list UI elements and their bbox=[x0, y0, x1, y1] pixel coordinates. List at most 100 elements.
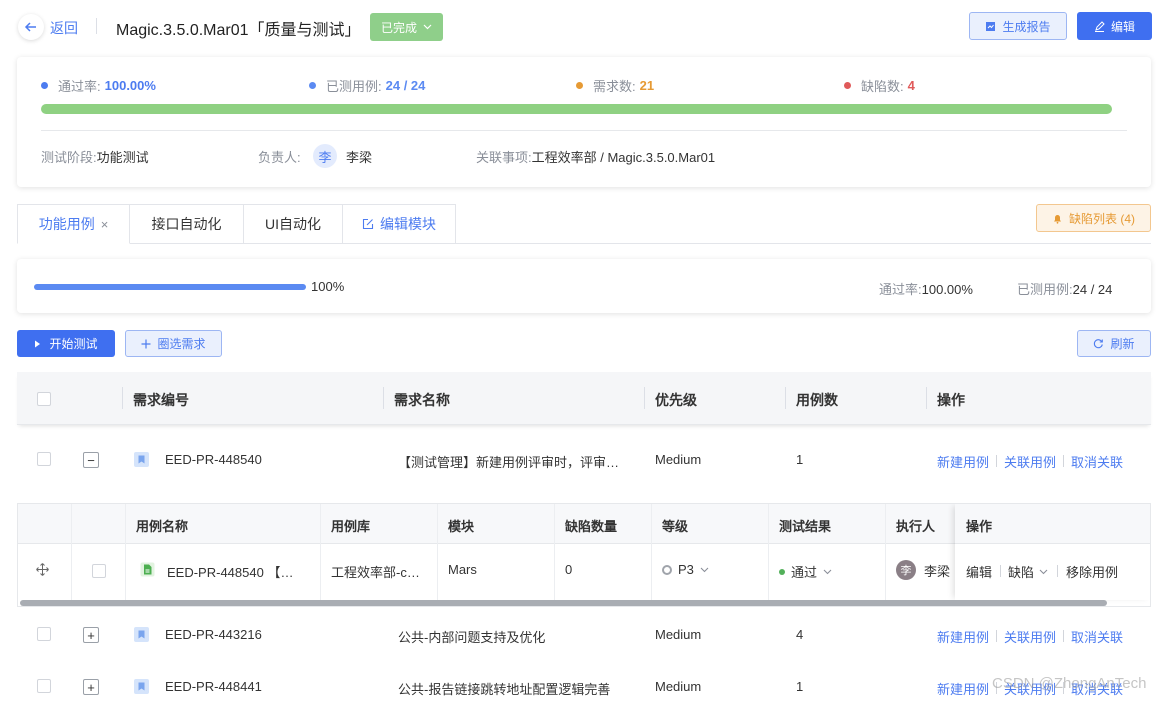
column-separator bbox=[71, 504, 72, 600]
header-case-count[interactable]: 用例数 bbox=[796, 390, 838, 410]
case-defect-count[interactable]: 0 bbox=[565, 562, 572, 577]
defect-list-button[interactable]: 缺陷列表 (4) bbox=[1036, 204, 1151, 232]
subheader-level[interactable]: 等级 bbox=[662, 516, 688, 535]
stage-info: 测试阶段:功能测试 bbox=[41, 147, 149, 166]
subheader-executor[interactable]: 执行人 bbox=[896, 516, 935, 535]
requirements-label: 需求数: bbox=[593, 79, 636, 94]
case-file-icon bbox=[140, 562, 155, 580]
progress-pass-rate-label: 通过率: bbox=[879, 282, 922, 297]
new-case-link[interactable]: 新建用例 bbox=[937, 627, 989, 646]
executor-avatar: 李 bbox=[896, 560, 916, 580]
refresh-icon bbox=[1094, 339, 1104, 349]
expand-toggle[interactable]: + bbox=[83, 679, 99, 695]
case-name-link[interactable]: EED-PR-448540 【… bbox=[167, 562, 293, 581]
tab-bar: 功能用例 × 接口自动化 UI自动化 编辑模块 bbox=[17, 204, 456, 244]
status-dropdown[interactable]: 已完成 bbox=[370, 13, 443, 41]
req-id[interactable]: EED-PR-448540 bbox=[165, 452, 262, 467]
tab-label: UI自动化 bbox=[265, 216, 321, 232]
column-separator bbox=[644, 387, 645, 409]
generate-report-button[interactable]: 生成报告 bbox=[969, 12, 1067, 40]
row-checkbox[interactable] bbox=[37, 452, 51, 466]
tab-api-automation[interactable]: 接口自动化 bbox=[130, 204, 244, 244]
executor: 李 李梁 bbox=[896, 560, 950, 580]
row-checkbox[interactable] bbox=[37, 679, 51, 693]
defect-list-label: 缺陷列表 (4) bbox=[1068, 211, 1135, 226]
tab-ui-automation[interactable]: UI自动化 bbox=[244, 204, 343, 244]
tab-functional-cases[interactable]: 功能用例 × bbox=[17, 204, 130, 244]
header-priority[interactable]: 优先级 bbox=[655, 390, 697, 410]
test-case-subtable: 用例名称 用例库 模块 缺陷数量 等级 测试结果 执行人 EED-PR-4485… bbox=[17, 503, 1151, 607]
related-info: 关联事项:工程效率部 / Magic.3.5.0.Mar01 bbox=[476, 147, 715, 166]
page-title: Magic.3.5.0.Mar01「质量与测试」 bbox=[116, 22, 361, 39]
link-case-link[interactable]: 关联用例 bbox=[1004, 452, 1056, 471]
owner-name: 李梁 bbox=[346, 150, 373, 165]
defect-dropdown[interactable]: 缺陷 bbox=[1008, 562, 1048, 581]
subheader-module[interactable]: 模块 bbox=[448, 516, 474, 535]
tab-label: 功能用例 bbox=[38, 216, 95, 232]
header-actions: 操作 bbox=[937, 392, 965, 408]
report-icon bbox=[986, 21, 996, 31]
refresh-button[interactable]: 刷新 bbox=[1077, 330, 1151, 357]
related-label: 关联事项: bbox=[476, 150, 532, 165]
result-dropdown[interactable]: 通过 bbox=[779, 562, 832, 581]
unlink-link[interactable]: 取消关联 bbox=[1071, 452, 1123, 471]
case-module: Mars bbox=[448, 562, 477, 577]
drag-handle-icon[interactable] bbox=[36, 563, 49, 579]
defect-label: 缺陷 bbox=[1008, 565, 1035, 580]
header-req-id[interactable]: 需求编号 bbox=[133, 390, 189, 410]
pass-rate-label: 通过率: bbox=[58, 79, 101, 94]
collapse-toggle[interactable]: − bbox=[83, 452, 99, 468]
column-separator bbox=[926, 387, 927, 409]
req-priority: Medium bbox=[655, 452, 702, 467]
expand-toggle[interactable]: + bbox=[83, 627, 99, 643]
horizontal-scrollbar[interactable] bbox=[20, 600, 1107, 606]
test-progress-percent: 100% bbox=[311, 279, 345, 294]
subheader-defect-count[interactable]: 缺陷数量 bbox=[565, 516, 617, 535]
tab-close-icon[interactable]: × bbox=[101, 217, 109, 232]
column-separator bbox=[785, 387, 786, 409]
pass-rate-value: 100.00% bbox=[104, 78, 156, 93]
edit-button[interactable]: 编辑 bbox=[1077, 12, 1152, 40]
header-req-name[interactable]: 需求名称 bbox=[394, 390, 450, 410]
result-status-dot bbox=[779, 568, 785, 575]
pass-rate-dot bbox=[41, 82, 48, 89]
subheader-result[interactable]: 测试结果 bbox=[779, 516, 831, 535]
op-separator bbox=[1000, 565, 1001, 577]
summary-progress-bar bbox=[41, 104, 1112, 114]
refresh-label: 刷新 bbox=[1110, 337, 1135, 351]
bell-icon bbox=[1053, 214, 1061, 224]
req-name: 公共-报告链接跳转地址配置逻辑完善 bbox=[398, 682, 611, 697]
progress-pass-rate: 通过率:100.00% bbox=[879, 279, 973, 298]
related-value: 工程效率部 / Magic.3.5.0.Mar01 bbox=[531, 150, 716, 165]
select-all-checkbox[interactable] bbox=[37, 392, 51, 406]
level-dropdown[interactable]: P3 bbox=[662, 562, 709, 577]
link-case-link[interactable]: 关联用例 bbox=[1004, 627, 1056, 646]
case-checkbox[interactable] bbox=[92, 564, 106, 578]
remove-case-link[interactable]: 移除用例 bbox=[1066, 562, 1118, 581]
req-id[interactable]: EED-PR-448441 bbox=[165, 679, 262, 694]
start-test-button[interactable]: 开始测试 bbox=[17, 330, 115, 357]
edit-case-link[interactable]: 编辑 bbox=[966, 562, 992, 581]
start-test-label: 开始测试 bbox=[49, 337, 98, 351]
tested-stat: 已测用例: 24 / 24 bbox=[309, 76, 425, 95]
subheader-case-name[interactable]: 用例名称 bbox=[136, 516, 188, 535]
select-requirements-button[interactable]: 圈选需求 bbox=[125, 330, 222, 357]
new-case-link[interactable]: 新建用例 bbox=[937, 679, 989, 698]
req-case-count: 4 bbox=[796, 627, 804, 642]
req-id[interactable]: EED-PR-443216 bbox=[165, 627, 262, 642]
req-priority: Medium bbox=[655, 627, 702, 642]
subheader-library[interactable]: 用例库 bbox=[331, 516, 370, 535]
result-value: 通过 bbox=[791, 565, 818, 580]
executor-name: 李梁 bbox=[924, 563, 951, 579]
edit-label: 编辑 bbox=[1110, 19, 1135, 34]
column-separator bbox=[885, 504, 886, 600]
new-case-link[interactable]: 新建用例 bbox=[937, 452, 989, 471]
tab-edit-module[interactable]: 编辑模块 bbox=[343, 204, 456, 244]
row-checkbox[interactable] bbox=[37, 627, 51, 641]
back-link[interactable]: 返回 bbox=[50, 18, 78, 38]
tab-label: 接口自动化 bbox=[151, 216, 222, 232]
owner-label: 负责人: bbox=[258, 150, 301, 165]
pencil-icon bbox=[1094, 20, 1105, 32]
back-button[interactable] bbox=[18, 14, 44, 40]
unlink-link[interactable]: 取消关联 bbox=[1071, 627, 1123, 646]
